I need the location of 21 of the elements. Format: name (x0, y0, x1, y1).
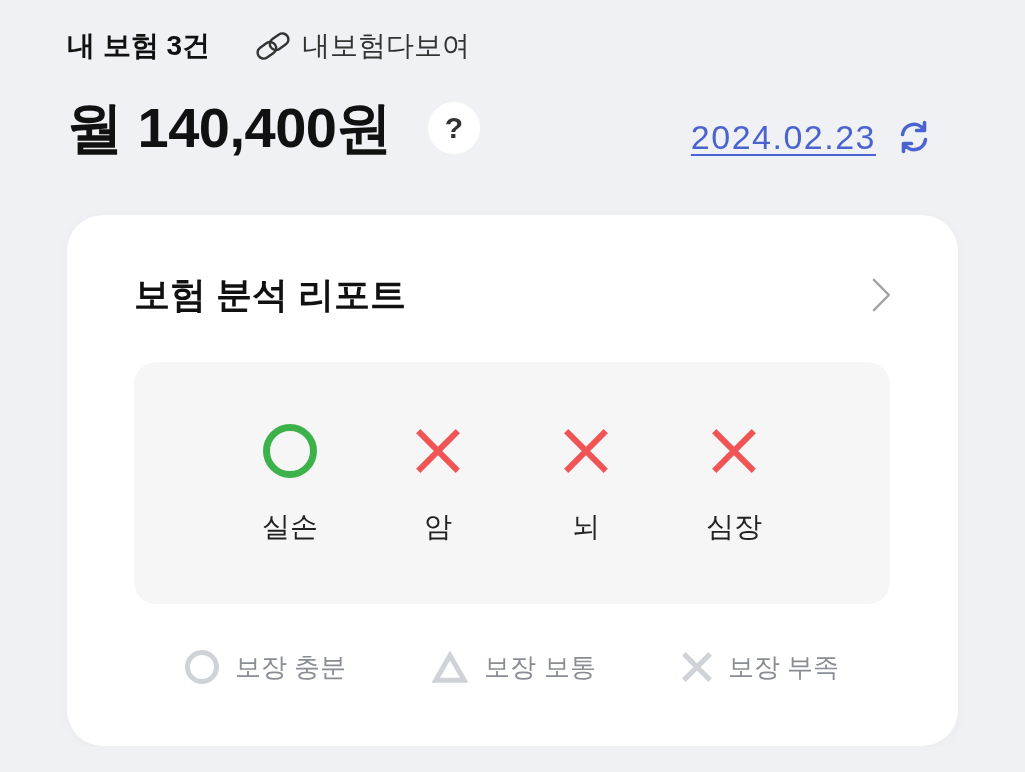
cross-icon (681, 652, 712, 682)
cross-icon (416, 429, 460, 473)
legend-label: 보장 부족 (727, 651, 839, 684)
help-button[interactable]: ? (428, 102, 480, 154)
coverage-label: 암 (424, 510, 452, 544)
cross-icon (712, 429, 756, 473)
chevron-right-icon[interactable] (872, 278, 890, 312)
coverage-label: 뇌 (572, 510, 600, 544)
legend-label: 보장 충분 (235, 651, 347, 684)
ring-icon (263, 424, 317, 478)
legend-label: 보장 보통 (484, 651, 596, 684)
coverage-label: 실손 (262, 510, 318, 544)
triangle-icon (432, 651, 469, 683)
insurance-count-title: 내 보험 3건 (67, 29, 211, 63)
report-title: 보험 분석 리포트 (134, 273, 406, 317)
coverage-label: 심장 (706, 510, 762, 544)
cross-icon (564, 429, 608, 473)
monthly-premium-amount: 월 140,400원 (67, 96, 392, 160)
update-date-link[interactable]: 2024.02.23 (690, 117, 876, 157)
service-link[interactable]: 내보험다보여 (252, 28, 471, 64)
ring-icon (185, 650, 220, 684)
